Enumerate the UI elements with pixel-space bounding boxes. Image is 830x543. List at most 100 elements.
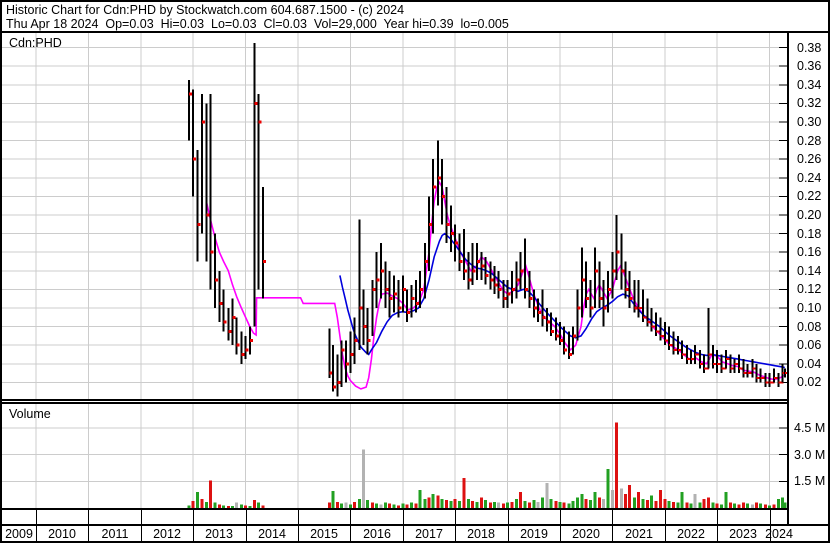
right-price-axis: 0.38 0.36 0.34 0.32 0.30 0.28 0.26 0.24 0.22 0.20… bbox=[789, 33, 828, 524]
volume-bar bbox=[654, 500, 658, 508]
header-quote-line: Thu Apr 18 2024 Op=0.03 Hi=0.03 Lo=0.03 … bbox=[6, 17, 509, 31]
price-bar bbox=[703, 354, 706, 374]
year-label: 2012 bbox=[153, 527, 181, 541]
price-axis-label: 0.24 bbox=[797, 171, 822, 185]
volume-bar bbox=[584, 499, 588, 508]
price-bar bbox=[581, 247, 583, 318]
close-marker bbox=[437, 176, 441, 180]
volume-axis-label: 1.5 M bbox=[794, 474, 826, 488]
price-bar bbox=[659, 317, 662, 341]
volume-bar bbox=[545, 483, 549, 508]
close-marker bbox=[503, 297, 507, 301]
price-bar bbox=[332, 345, 335, 392]
close-marker bbox=[468, 278, 472, 282]
close-marker bbox=[398, 306, 402, 310]
price-axis-label: 0.08 bbox=[797, 320, 822, 334]
year-label: 2020 bbox=[572, 527, 600, 541]
close-marker bbox=[210, 250, 214, 254]
year-label: 2017 bbox=[415, 527, 443, 541]
x-axis-year-labels: 2009 2010 2011 2012 2013 2014 2015 2016 2017 2018… bbox=[2, 526, 828, 541]
price-bar bbox=[772, 368, 775, 383]
volume-bar bbox=[436, 495, 440, 508]
price-bar bbox=[628, 270, 631, 308]
close-marker bbox=[551, 329, 555, 333]
price-axis-label: 0.28 bbox=[797, 134, 822, 148]
close-marker bbox=[477, 260, 481, 263]
year-boundary-tick bbox=[770, 510, 771, 524]
price-bar bbox=[777, 373, 780, 387]
close-marker bbox=[564, 348, 568, 352]
price-bar bbox=[738, 354, 741, 374]
price-bar bbox=[672, 331, 675, 355]
close-marker bbox=[333, 385, 337, 389]
price-bar bbox=[502, 280, 505, 308]
year-label-separator bbox=[298, 526, 299, 541]
price-bar bbox=[450, 205, 452, 253]
close-marker bbox=[380, 269, 384, 273]
price-bar bbox=[746, 363, 749, 378]
close-marker bbox=[258, 120, 262, 124]
year-boundary-tick bbox=[246, 510, 247, 524]
close-marker bbox=[472, 269, 476, 273]
price-bar bbox=[676, 335, 679, 355]
volume-bar bbox=[479, 497, 483, 508]
price-bar bbox=[541, 289, 544, 327]
volume-bar bbox=[457, 500, 461, 508]
close-marker bbox=[612, 269, 616, 273]
year-label-separator bbox=[612, 526, 613, 541]
price-bar bbox=[768, 373, 771, 387]
volume-axis-label: 4.5 M bbox=[794, 421, 826, 435]
close-marker bbox=[485, 273, 489, 277]
close-marker bbox=[451, 232, 454, 236]
price-bar bbox=[620, 233, 623, 290]
year-label: 2021 bbox=[625, 527, 653, 541]
close-marker bbox=[586, 297, 590, 301]
price-bar bbox=[712, 345, 714, 369]
year-label-separator bbox=[560, 526, 561, 541]
year-boundary-tick bbox=[508, 510, 509, 524]
volume-bar bbox=[650, 495, 654, 508]
price-bar bbox=[218, 270, 221, 322]
price-bar bbox=[489, 261, 492, 290]
price-bar bbox=[188, 80, 190, 141]
close-marker bbox=[464, 269, 468, 273]
volume-label: Volume bbox=[9, 407, 51, 421]
price-axis-label: 0.18 bbox=[797, 227, 822, 241]
year-boundary-tick bbox=[193, 510, 194, 524]
close-marker bbox=[529, 297, 533, 301]
close-marker bbox=[507, 292, 511, 296]
price-axis-label: 0.34 bbox=[797, 78, 822, 92]
close-marker bbox=[411, 297, 415, 301]
volume-bar bbox=[641, 499, 645, 508]
price-bar bbox=[764, 373, 767, 387]
price-bar bbox=[214, 233, 217, 308]
close-marker bbox=[573, 334, 577, 338]
close-marker bbox=[341, 348, 345, 352]
volume-bar bbox=[191, 500, 195, 508]
volume-bar bbox=[663, 499, 667, 508]
volume-bar bbox=[515, 499, 518, 508]
price-bar bbox=[340, 340, 343, 388]
price-bar bbox=[336, 354, 339, 397]
year-boundary-tick bbox=[88, 510, 89, 524]
close-marker bbox=[582, 278, 585, 282]
year-label-separator bbox=[403, 526, 404, 541]
close-marker bbox=[490, 278, 494, 282]
price-bar bbox=[572, 326, 575, 355]
close-marker bbox=[236, 343, 240, 347]
close-marker bbox=[516, 278, 520, 282]
close-marker bbox=[621, 269, 625, 273]
volume-bar bbox=[632, 497, 636, 508]
year-boundary-tick bbox=[612, 510, 613, 524]
close-marker bbox=[385, 287, 389, 291]
volume-bar bbox=[484, 500, 488, 508]
price-bar bbox=[397, 280, 400, 318]
year-label-separator bbox=[350, 526, 351, 541]
panel-divider-top bbox=[2, 399, 789, 401]
price-bar bbox=[358, 219, 361, 350]
price-bar bbox=[720, 354, 723, 374]
year-boundary-tick bbox=[141, 510, 142, 524]
price-bar bbox=[471, 242, 474, 285]
close-marker bbox=[241, 353, 245, 356]
price-axis-label: 0.30 bbox=[797, 115, 822, 129]
